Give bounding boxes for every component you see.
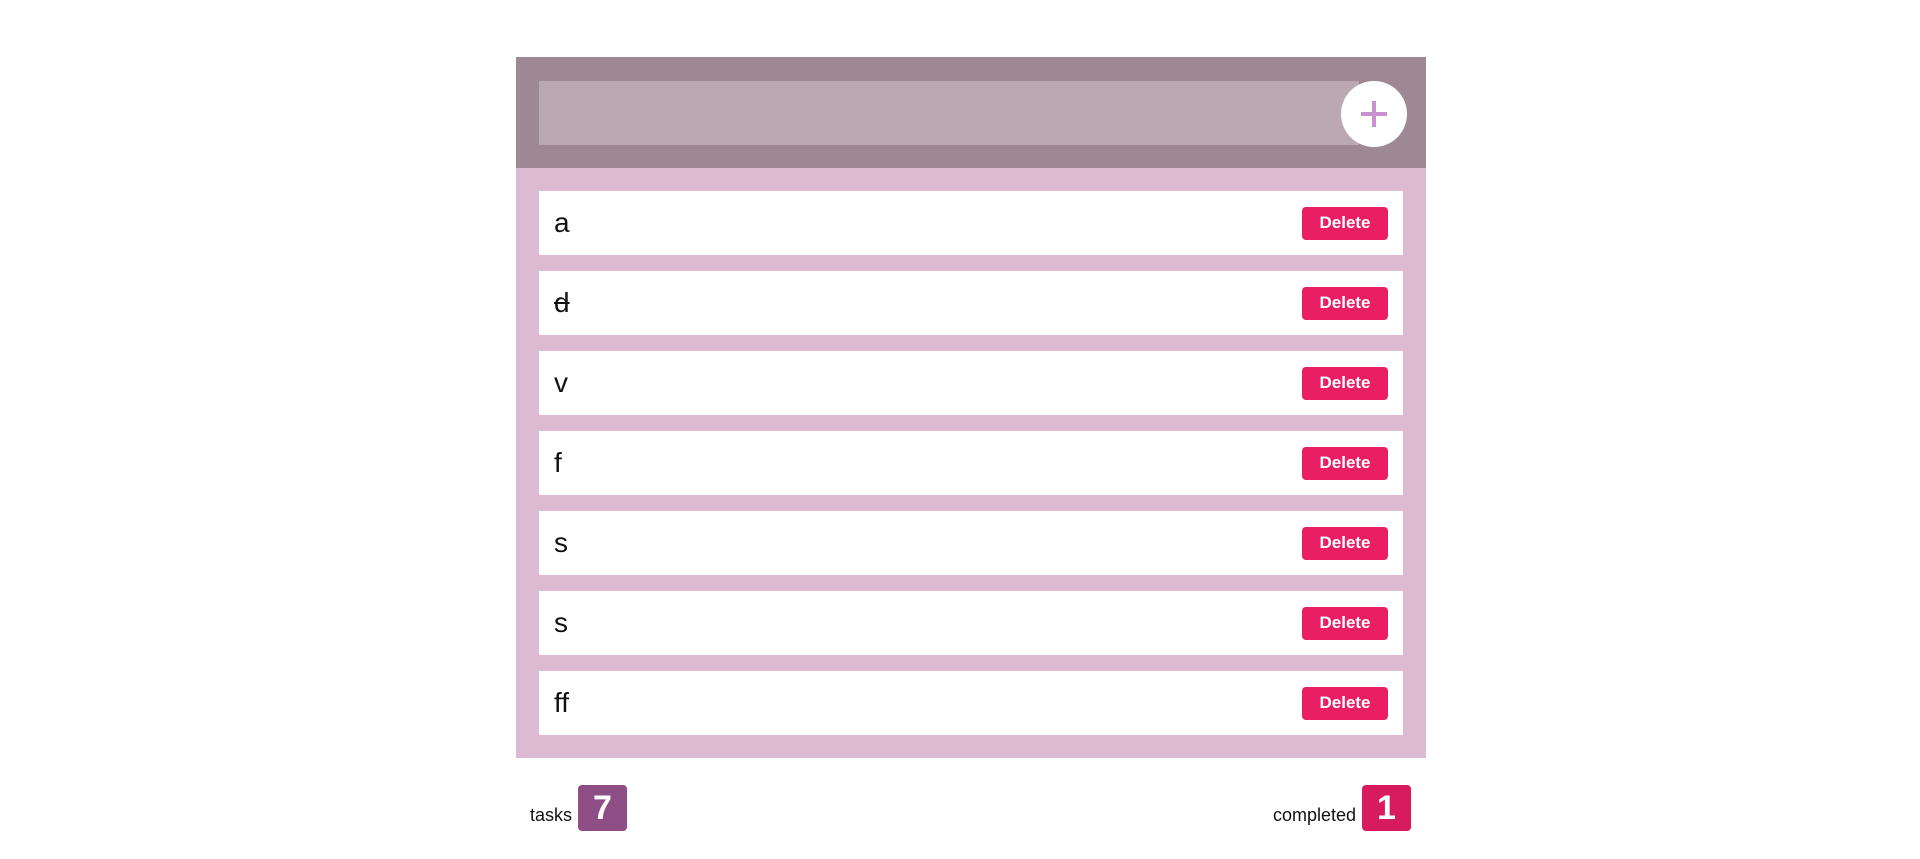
task-label-completed[interactable]: d (554, 287, 570, 319)
task-label[interactable]: v (554, 367, 568, 399)
delete-task-button[interactable]: Delete (1302, 606, 1388, 640)
task-item: v Delete (539, 351, 1403, 415)
task-item: s Delete (539, 511, 1403, 575)
add-task-button[interactable] (1341, 81, 1407, 147)
task-label[interactable]: f (554, 447, 562, 479)
task-list: a Delete d Delete v Delete f Delete s De… (516, 168, 1426, 758)
tasks-counter: tasks 7 (530, 785, 628, 831)
task-label[interactable]: s (554, 527, 568, 559)
delete-task-button[interactable]: Delete (1302, 366, 1388, 400)
task-item: f Delete (539, 431, 1403, 495)
task-label[interactable]: s (554, 607, 568, 639)
delete-task-button[interactable]: Delete (1302, 286, 1388, 320)
completed-count-badge: 1 (1362, 785, 1411, 831)
task-item: d Delete (539, 271, 1403, 335)
task-item: a Delete (539, 191, 1403, 255)
tasks-count-badge: 7 (578, 785, 628, 831)
delete-task-button[interactable]: Delete (1302, 526, 1388, 560)
task-item: ff Delete (539, 671, 1403, 735)
tasks-counter-label: tasks (530, 804, 573, 825)
completed-counter: completed 1 (1273, 785, 1411, 831)
new-task-input[interactable] (539, 81, 1359, 145)
plus-icon (1361, 101, 1387, 127)
task-label[interactable]: ff (554, 687, 569, 719)
task-item: s Delete (539, 591, 1403, 655)
todo-app: a Delete d Delete v Delete f Delete s De… (516, 57, 1426, 845)
todo-footer: tasks 7 completed 1 (516, 785, 1426, 845)
delete-task-button[interactable]: Delete (1302, 686, 1388, 720)
task-label[interactable]: a (554, 207, 570, 239)
delete-task-button[interactable]: Delete (1302, 446, 1388, 480)
delete-task-button[interactable]: Delete (1302, 206, 1388, 240)
completed-counter-label: completed (1272, 804, 1356, 825)
todo-header (516, 57, 1426, 168)
